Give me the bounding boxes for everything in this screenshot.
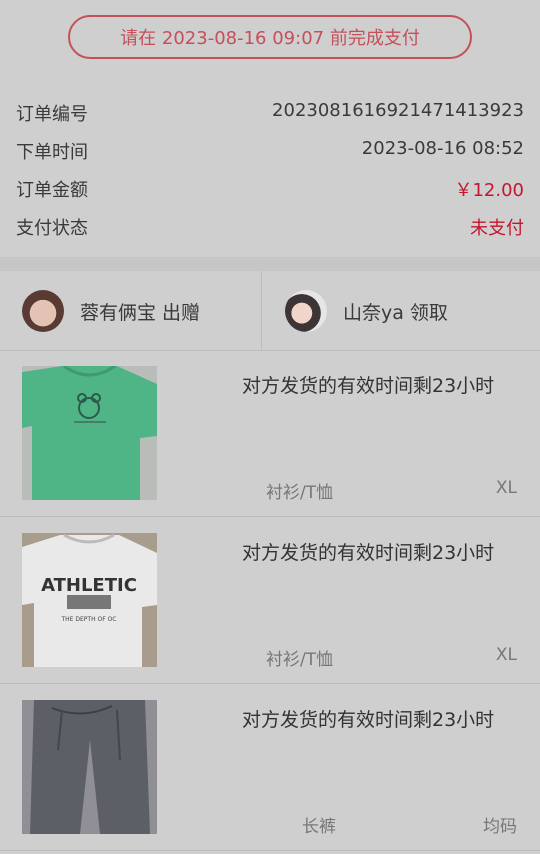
item-title: 对方发货的有效时间剩23小时: [242, 709, 495, 731]
item-category: 衬衫/T恤: [266, 483, 334, 503]
section-divider: [0, 257, 540, 271]
payment-deadline-section: 请在 2023-08-16 09:07 前完成支付: [0, 0, 540, 76]
order-number-label: 订单编号: [16, 104, 88, 125]
item-title: 对方发货的有效时间剩23小时: [242, 375, 495, 397]
item-image[interactable]: [22, 700, 157, 834]
item-image[interactable]: ATHLETIC THE DEPTH OF OC: [22, 533, 157, 667]
order-item[interactable]: 对方发货的有效时间剩23小时 衬衫/T恤 XL: [0, 351, 540, 517]
users-bar: 蓉有俩宝 出赠 山奈ya 领取: [0, 271, 540, 351]
item-category: 长裤: [302, 817, 336, 837]
item-size: 均码: [483, 817, 517, 837]
receiver-label: 山奈ya 领取: [343, 301, 448, 324]
order-item[interactable]: ATHLETIC THE DEPTH OF OC 对方发货的有效时间剩23小时 …: [0, 518, 540, 684]
item-title: 对方发货的有效时间剩23小时: [242, 542, 495, 564]
order-amount-row: 订单金额 ￥12.00: [0, 172, 540, 202]
order-time-row: 下单时间 2023-08-16 08:52: [0, 134, 540, 164]
order-time-value: 2023-08-16 08:52: [361, 138, 524, 159]
order-time-label: 下单时间: [16, 142, 88, 163]
item-image[interactable]: [22, 366, 157, 500]
item-size: XL: [495, 645, 517, 665]
order-amount-value: ￥12.00: [454, 180, 524, 201]
svg-text:THE DEPTH OF OC: THE DEPTH OF OC: [61, 616, 117, 623]
white-tshirt-image: ATHLETIC THE DEPTH OF OC: [22, 533, 157, 667]
giver-label: 蓉有俩宝 出赠: [80, 301, 201, 324]
gray-pants-image: [22, 700, 157, 834]
order-number-value: 20230816169214714​13923: [272, 100, 524, 121]
giver-avatar[interactable]: [22, 290, 64, 332]
receiver-avatar[interactable]: [285, 290, 327, 332]
order-amount-label: 订单金额: [16, 180, 88, 201]
svg-text:ATHLETIC: ATHLETIC: [41, 575, 137, 596]
green-tshirt-image: [22, 366, 157, 500]
order-number-row: 订单编号 20230816169214714​13923: [0, 96, 540, 126]
receiver-user[interactable]: 山奈ya 领取: [263, 271, 540, 351]
item-category: 衬衫/T恤: [266, 650, 334, 670]
payment-status-label: 支付状态: [16, 218, 88, 239]
order-item[interactable]: 对方发货的有效时间剩23小时 长裤 均码: [0, 685, 540, 851]
item-size: XL: [495, 478, 517, 498]
payment-status-value: 未支付: [470, 218, 524, 239]
giver-user[interactable]: 蓉有俩宝 出赠: [0, 271, 262, 351]
payment-deadline-button[interactable]: 请在 2023-08-16 09:07 前完成支付: [68, 15, 472, 59]
payment-status-row: 支付状态 未支付: [0, 210, 540, 240]
